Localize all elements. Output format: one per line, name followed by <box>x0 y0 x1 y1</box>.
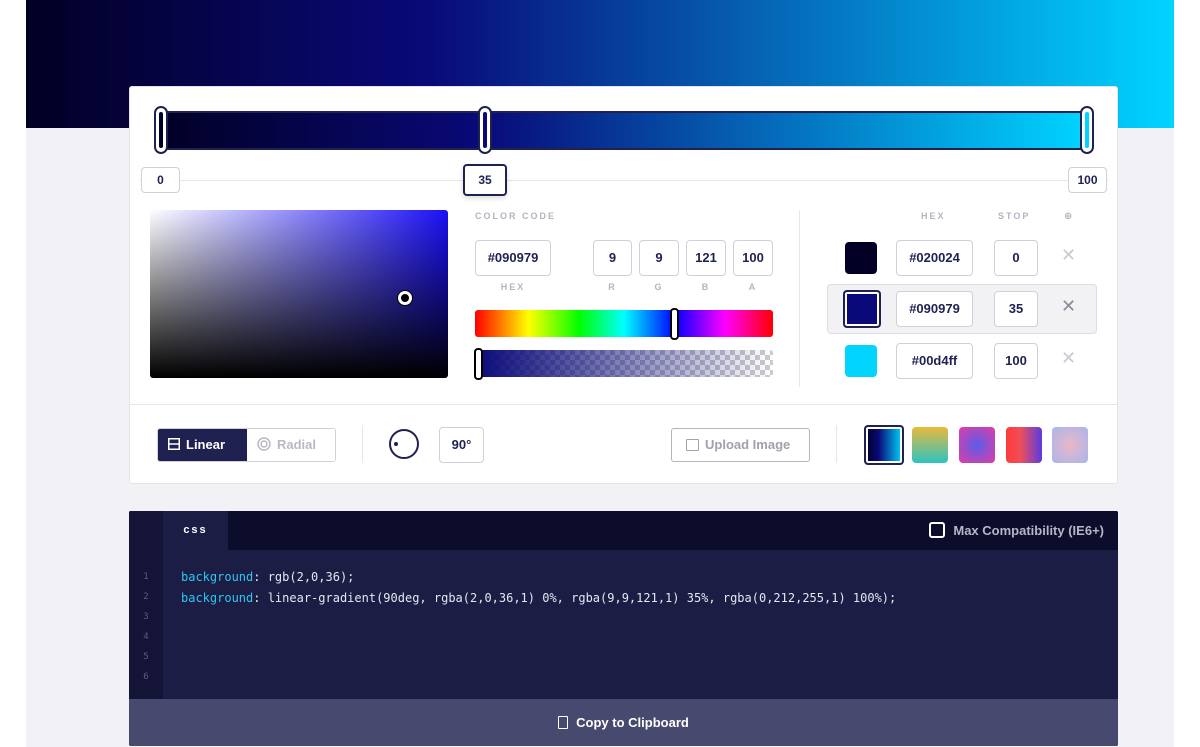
stop-track-line <box>140 180 1108 181</box>
line-number: 5 <box>143 652 149 662</box>
copy-to-clipboard-button[interactable]: Copy to Clipboard <box>129 699 1118 746</box>
code-editor[interactable]: background: rgb(2,0,36); background: lin… <box>181 567 896 608</box>
stop-position-100[interactable]: 100 <box>1068 167 1107 193</box>
css-property: background <box>181 570 254 584</box>
b-sub-label: B <box>701 282 711 292</box>
hex-input[interactable]: #090979 <box>475 240 551 276</box>
stop-row[interactable]: #090979 35 ✕ <box>827 284 1097 334</box>
stop-position-0[interactable]: 0 <box>141 167 180 193</box>
stop-handle-100[interactable] <box>1080 106 1094 154</box>
delete-stop-icon[interactable]: ✕ <box>1061 296 1076 317</box>
alpha-input[interactable]: 100 <box>733 240 773 276</box>
stop-handle-0[interactable] <box>154 106 168 154</box>
r-sub-label: R <box>608 282 617 292</box>
red-input[interactable]: 9 <box>593 240 632 276</box>
linear-mode-button[interactable]: Linear <box>158 429 247 461</box>
line-number: 1 <box>143 572 149 582</box>
alpha-slider[interactable] <box>475 350 773 377</box>
stop-hex-input[interactable]: #00d4ff <box>896 343 973 379</box>
add-stop-icon[interactable]: ⊕ <box>1064 211 1072 222</box>
hue-slider[interactable] <box>475 310 773 337</box>
g-sub-label: G <box>654 282 664 292</box>
hex-sub-label: HEX <box>500 282 526 292</box>
angle-dial[interactable] <box>389 429 419 459</box>
toolbar-separator <box>362 425 363 463</box>
line-number: 4 <box>143 632 149 642</box>
angle-input[interactable]: 90° <box>439 427 484 463</box>
stop-column-header: STOP <box>998 211 1031 221</box>
preset-gradient-4[interactable] <box>1006 427 1042 463</box>
upload-image-button[interactable]: Upload Image <box>671 428 810 462</box>
tab-css[interactable]: css <box>163 511 228 550</box>
radial-mode-button[interactable]: Radial <box>247 429 335 461</box>
stop-position-input[interactable]: 0 <box>994 240 1038 276</box>
preset-gradient-3[interactable] <box>959 427 995 463</box>
alpha-slider-handle[interactable] <box>474 348 483 380</box>
section-divider <box>799 210 800 387</box>
stop-swatch[interactable] <box>845 345 877 377</box>
stop-hex-input[interactable]: #020024 <box>896 240 973 276</box>
linear-label: Linear <box>186 437 226 452</box>
blue-input[interactable]: 121 <box>686 240 726 276</box>
css-property: background <box>181 590 254 605</box>
image-icon <box>686 439 699 451</box>
preset-gradient-1[interactable] <box>864 425 904 465</box>
code-line: background: rgb(2,0,36); <box>181 567 896 588</box>
radial-label: Radial <box>277 437 317 452</box>
saturation-cursor[interactable] <box>398 291 412 305</box>
color-code-label: COLOR CODE <box>475 211 557 221</box>
toolbar-divider <box>130 404 1117 405</box>
delete-stop-icon[interactable]: ✕ <box>1061 348 1076 369</box>
line-numbers: 1 2 3 4 5 6 <box>129 567 163 687</box>
stop-swatch[interactable] <box>843 290 881 328</box>
upload-image-label: Upload Image <box>705 437 791 452</box>
stop-row[interactable]: #020024 0 ✕ <box>827 233 1097 283</box>
preset-gradient-5[interactable] <box>1052 427 1088 463</box>
stop-position-35[interactable]: 35 <box>463 164 507 196</box>
linear-icon <box>168 438 180 450</box>
hue-slider-handle[interactable] <box>670 308 680 340</box>
stop-handle-35[interactable] <box>478 106 492 154</box>
delete-stop-icon[interactable]: ✕ <box>1061 245 1076 266</box>
green-input[interactable]: 9 <box>639 240 679 276</box>
stop-position-input[interactable]: 100 <box>994 343 1038 379</box>
stop-swatch[interactable] <box>845 242 877 274</box>
preset-gradient-2[interactable] <box>912 427 948 463</box>
max-compatibility-label: Max Compatibility (IE6+) <box>953 523 1104 538</box>
gradient-bar[interactable] <box>154 111 1088 150</box>
line-number: 2 <box>143 592 149 602</box>
radial-icon <box>257 437 271 451</box>
code-line: background: linear-gradient(90deg, rgba(… <box>181 588 896 609</box>
stop-row[interactable]: #00d4ff 100 ✕ <box>827 336 1097 386</box>
copy-label: Copy to Clipboard <box>576 715 689 730</box>
stop-position-input[interactable]: 35 <box>994 291 1038 327</box>
copy-icon <box>558 716 569 729</box>
css-code-panel: css Max Compatibility (IE6+) 1 2 3 4 5 6… <box>129 511 1118 746</box>
css-value: : rgb(2,0,36); <box>253 570 355 584</box>
toolbar-separator <box>836 425 837 463</box>
a-sub-label: A <box>748 282 758 292</box>
gradient-mode-toggle: Linear Radial <box>157 428 336 462</box>
stop-hex-input[interactable]: #090979 <box>896 291 973 327</box>
gradient-editor-panel: 0 35 100 COLOR CODE #090979 9 9 121 100 … <box>129 86 1118 484</box>
line-number: 6 <box>143 672 149 682</box>
css-value: : linear-gradient(90deg, rgba(2,0,36,1) … <box>253 590 897 605</box>
max-compatibility-checkbox[interactable] <box>929 522 946 538</box>
max-compatibility-toggle[interactable]: Max Compatibility (IE6+) <box>929 522 1104 539</box>
line-number: 3 <box>143 612 149 622</box>
hex-column-header: HEX <box>921 211 946 221</box>
